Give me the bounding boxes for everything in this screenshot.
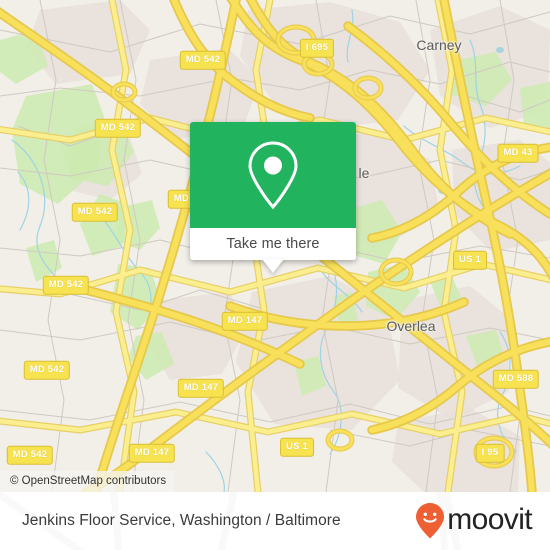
route-shield: MD 542 [42, 275, 90, 295]
route-shield: I 695 [299, 38, 335, 58]
map-attribution[interactable]: © OpenStreetMap contributors [0, 470, 175, 492]
map-pin-icon [248, 141, 298, 210]
map-canvas[interactable]: Carney Overlea le MD 542 MD 542 MD 542 M… [0, 0, 550, 492]
route-shield: MD 588 [492, 369, 540, 389]
moovit-place-card: Carney Overlea le MD 542 MD 542 MD 542 M… [0, 0, 550, 550]
popup-image-area [190, 122, 356, 228]
popup-tail-pointer [262, 259, 284, 273]
place-popup-card[interactable]: Take me there [190, 122, 356, 273]
footer-bar: Jenkins Floor Service, Washington / Balt… [0, 492, 550, 550]
route-shield: MD 147 [128, 443, 176, 463]
route-shield: MD 542 [94, 118, 142, 138]
route-shield: I 95 [475, 443, 505, 463]
route-shield: MD 542 [71, 202, 119, 222]
place-label: le [358, 165, 370, 181]
popup-action-area[interactable]: Take me there [190, 228, 356, 273]
route-shield: MD 542 [179, 50, 227, 70]
route-shield: MD 43 [497, 143, 539, 163]
route-shield: US 1 [280, 437, 314, 457]
take-me-there-label: Take me there [226, 236, 320, 252]
moovit-logo[interactable]: moovit [415, 502, 533, 540]
route-shield: US 1 [453, 250, 487, 270]
place-label: Carney [416, 37, 462, 53]
place-label: Overlea [386, 318, 436, 334]
route-shield: MD 542 [23, 360, 71, 380]
moovit-pin-smiley-icon [416, 503, 445, 539]
route-shield: MD 147 [177, 378, 225, 398]
route-shield: MD 147 [221, 311, 269, 331]
moovit-wordmark: moovit [447, 503, 532, 536]
place-title: Jenkins Floor Service, Washington / Balt… [22, 512, 341, 529]
route-shield: MD 542 [6, 445, 54, 465]
